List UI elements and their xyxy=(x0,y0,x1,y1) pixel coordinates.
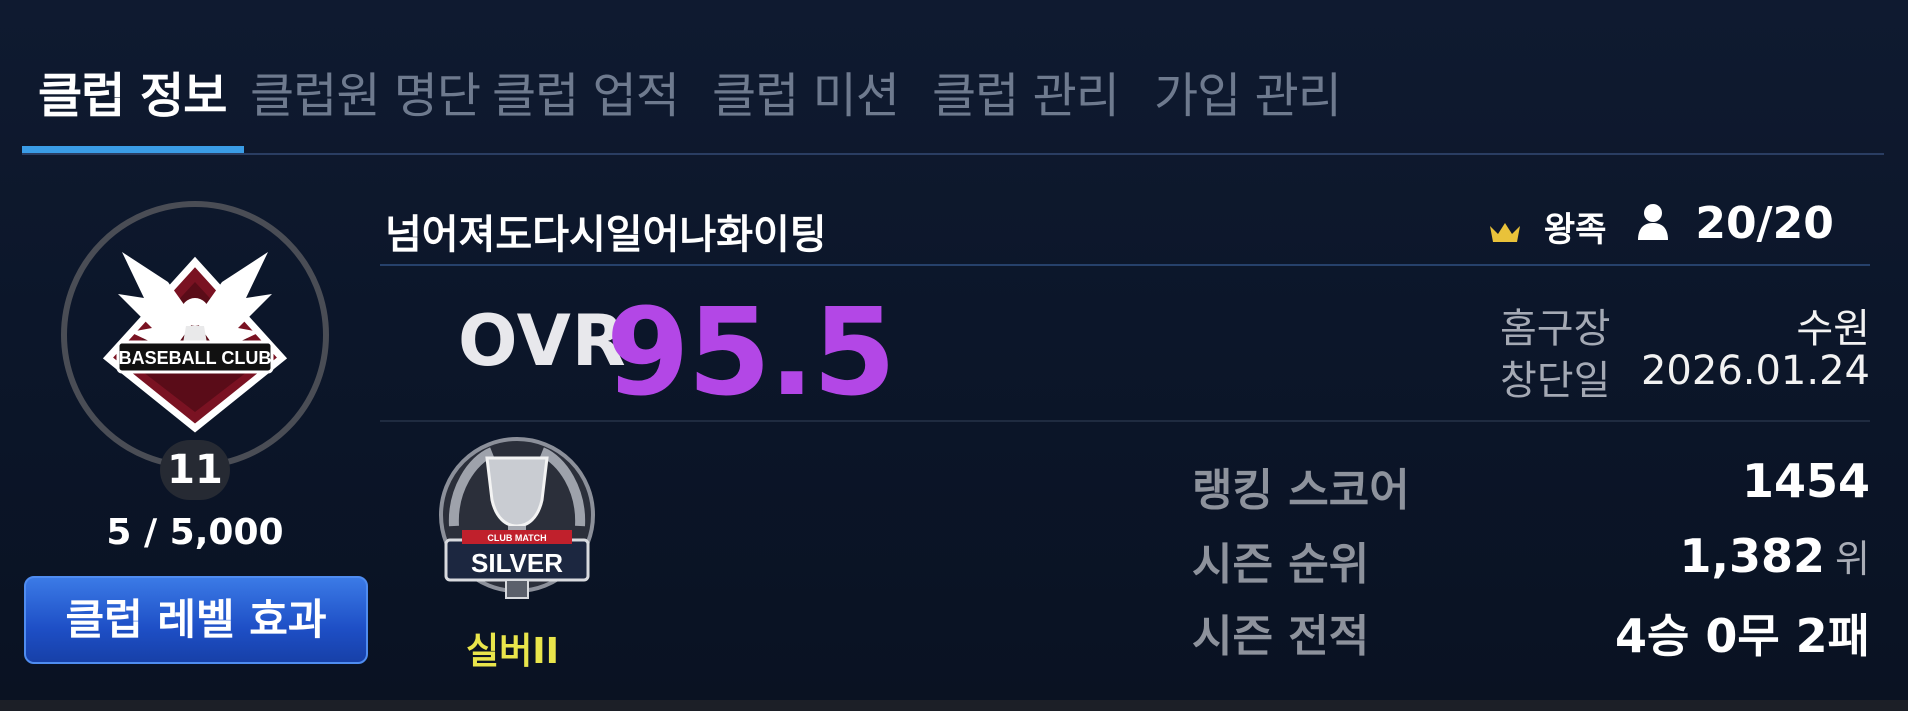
tab-join-management[interactable]: 가입 관리 xyxy=(1154,56,1342,126)
league-badge-text: SILVER xyxy=(471,548,563,578)
divider xyxy=(380,264,1870,266)
ranking-score-value: 1454 xyxy=(1741,454,1870,508)
tab-club-members[interactable]: 클럽원 명단 xyxy=(250,56,481,126)
home-stadium-value: 수원 xyxy=(1796,306,1870,352)
tab-club-management[interactable]: 클럽 관리 xyxy=(932,56,1120,126)
ovr-value: 95.5 xyxy=(606,284,896,423)
founded-date-label: 창단일 xyxy=(1500,358,1611,404)
league-badge-top-text: CLUB MATCH xyxy=(487,533,546,543)
club-level-effect-button[interactable]: 클럽 레벨 효과 xyxy=(24,576,368,664)
tab-bar: 클럽 정보 클럽원 명단 클럽 업적 클럽 미션 클럽 관리 가입 관리 xyxy=(22,0,1884,155)
founded-date-value: 2026.01.24 xyxy=(1640,348,1870,394)
club-grade: 왕족 xyxy=(1488,202,1606,251)
club-exp: 5 / 5,000 xyxy=(106,512,284,553)
season-rank-value: 1,382 xyxy=(1679,529,1826,583)
club-emblem: BASEBALL CLUB xyxy=(60,200,330,470)
person-icon xyxy=(1636,198,1695,249)
tab-club-info[interactable]: 클럽 정보 xyxy=(38,56,227,126)
season-record-value: 4승 0무 2패 xyxy=(1614,609,1870,663)
ranking-score-label: 랭킹 스코어 xyxy=(1192,465,1410,516)
ovr-label: OVR xyxy=(458,300,627,382)
active-tab-indicator xyxy=(22,146,244,153)
tab-club-achievements[interactable]: 클럽 업적 xyxy=(492,56,680,126)
divider xyxy=(380,420,1870,422)
bottom-strip xyxy=(0,700,1908,711)
home-stadium-label: 홈구장 xyxy=(1500,306,1611,352)
member-count: 20/20 xyxy=(1636,198,1834,249)
season-rank-label: 시즌 순위 xyxy=(1192,539,1370,590)
league-label: 실버II xyxy=(466,631,560,672)
club-name: 넘어져도다시일어나화이팅 xyxy=(385,212,827,258)
crown-icon xyxy=(1488,210,1544,250)
member-count-value: 20/20 xyxy=(1695,198,1834,249)
tab-club-missions[interactable]: 클럽 미션 xyxy=(712,56,900,126)
club-grade-label: 왕족 xyxy=(1543,210,1607,250)
season-rank: 1,382 위 xyxy=(1680,528,1870,583)
emblem-text: BASEBALL CLUB xyxy=(119,348,272,368)
club-level-badge: 11 xyxy=(160,440,230,500)
league-badge: CLUB MATCH SILVER xyxy=(432,430,602,600)
season-rank-unit: 위 xyxy=(1835,537,1870,581)
season-record-label: 시즌 전적 xyxy=(1192,611,1370,662)
